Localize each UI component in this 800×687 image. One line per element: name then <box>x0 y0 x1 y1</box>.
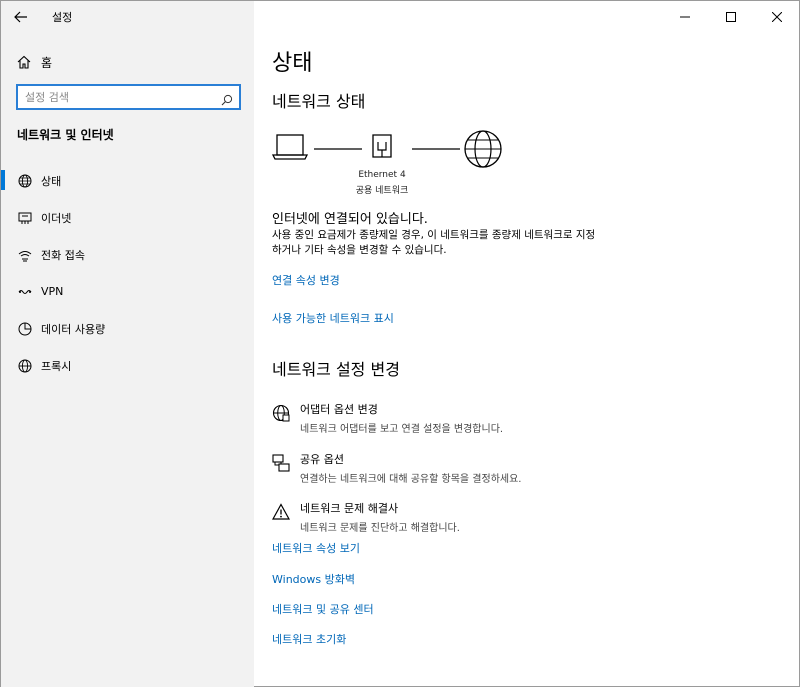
minimize-button[interactable] <box>662 1 708 33</box>
network-status-heading: 네트워크 상태 <box>272 92 366 111</box>
globe-icon <box>17 359 33 373</box>
network-troubleshooter[interactable]: 네트워크 문제 해결사 네트워크 문제를 진단하고 해결합니다. <box>272 500 592 534</box>
sidebar-item-label: 이더넷 <box>41 211 72 225</box>
data-usage-icon <box>17 322 33 336</box>
item-indicator <box>1 207 5 227</box>
close-button[interactable] <box>754 1 800 33</box>
window-controls <box>662 1 800 33</box>
search-input[interactable] <box>18 90 213 104</box>
sidebar-item-label: 데이터 사용량 <box>41 322 106 336</box>
sidebar-item-status[interactable]: 상태 <box>1 162 254 199</box>
item-indicator <box>1 318 5 338</box>
sidebar-item-label: 상태 <box>41 174 62 188</box>
option-title: 공유 옵션 <box>300 453 344 466</box>
option-desc: 연결하는 네트워크에 대해 공유할 항목을 결정하세요. <box>300 474 522 485</box>
sidebar-item-label: 전화 접속 <box>41 248 85 262</box>
adapter-icon <box>272 401 294 435</box>
sidebar-item-proxy[interactable]: 프록시 <box>1 347 254 384</box>
sidebar-item-data-usage[interactable]: 데이터 사용량 <box>1 310 254 347</box>
sidebar-nav: 상태 이더넷 전화 접속 VPN 데이터 사용량 프록시 <box>1 162 254 384</box>
sharing-options[interactable]: 공유 옵션 연결하는 네트워크에 대해 공유할 항목을 결정하세요. <box>272 451 592 485</box>
maximize-icon <box>726 12 736 22</box>
connection-status: 인터넷에 연결되어 있습니다. <box>272 212 428 227</box>
option-title: 어댑터 옵션 변경 <box>300 403 378 416</box>
adapter-name: Ethernet 4 <box>358 170 406 180</box>
back-button[interactable] <box>1 1 41 33</box>
section-title: 네트워크 및 인터넷 <box>17 128 114 142</box>
search-box[interactable] <box>16 84 241 110</box>
network-diagram: Ethernet 4 공용 네트워크 <box>272 128 522 198</box>
app-title: 설정 <box>52 11 73 24</box>
network-name: 공용 네트워크 <box>355 186 409 196</box>
warning-icon <box>272 500 294 534</box>
change-settings-heading: 네트워크 설정 변경 <box>272 360 400 379</box>
sidebar-item-label: VPN <box>41 285 64 298</box>
search-icon[interactable] <box>221 91 233 110</box>
sidebar: 설정 홈 네트워크 및 인터넷 상태 <box>1 1 254 687</box>
option-desc: 네트워크 문제를 진단하고 해결합니다. <box>300 523 460 534</box>
vpn-icon <box>17 285 33 299</box>
item-indicator <box>1 355 5 375</box>
sidebar-item-vpn[interactable]: VPN <box>1 273 254 310</box>
back-arrow-icon <box>14 11 27 23</box>
change-connection-properties-link[interactable]: 연결 속성 변경 <box>272 272 340 288</box>
title-bar: 설정 <box>1 1 254 33</box>
home-nav[interactable]: 홈 <box>1 48 254 76</box>
globe-status-icon <box>17 174 33 188</box>
close-icon <box>772 12 782 22</box>
main-content: 상태 네트워크 상태 Ethernet 4 공용 네트워크 인터넷에 연결되어 … <box>254 1 800 687</box>
view-network-properties-link[interactable]: 네트워크 속성 보기 <box>272 540 360 556</box>
home-icon <box>17 55 33 69</box>
active-indicator <box>1 170 5 190</box>
internet-globe-icon <box>464 130 502 168</box>
network-sharing-center-link[interactable]: 네트워크 및 공유 센터 <box>272 601 374 617</box>
adapter-options[interactable]: 어댑터 옵션 변경 네트워크 어댑터를 보고 연결 설정을 변경합니다. <box>272 401 592 435</box>
laptop-icon <box>272 134 309 160</box>
maximize-button[interactable] <box>708 1 754 33</box>
settings-window: 설정 홈 네트워크 및 인터넷 상태 <box>0 0 800 687</box>
item-indicator <box>1 281 5 301</box>
option-title: 네트워크 문제 해결사 <box>300 502 399 515</box>
sidebar-item-label: 프록시 <box>41 359 72 373</box>
dialup-icon <box>17 248 33 262</box>
ethernet-icon <box>17 211 33 225</box>
minimize-icon <box>680 16 690 18</box>
network-reset-link[interactable]: 네트워크 초기화 <box>272 631 346 647</box>
windows-firewall-link[interactable]: Windows 방화벽 <box>272 571 355 587</box>
ethernet-adapter-icon <box>372 134 392 158</box>
item-indicator <box>1 244 5 264</box>
sharing-icon <box>272 451 294 485</box>
metered-description: 사용 중인 요금제가 종량제일 경우, 이 네트워크를 종량제 네트워크로 지정… <box>272 229 596 256</box>
show-available-networks-link[interactable]: 사용 가능한 네트워크 표시 <box>272 310 394 326</box>
sidebar-item-dialup[interactable]: 전화 접속 <box>1 236 254 273</box>
page-title: 상태 <box>272 51 313 76</box>
home-label: 홈 <box>41 55 53 70</box>
sidebar-item-ethernet[interactable]: 이더넷 <box>1 199 254 236</box>
option-desc: 네트워크 어댑터를 보고 연결 설정을 변경합니다. <box>300 424 504 435</box>
